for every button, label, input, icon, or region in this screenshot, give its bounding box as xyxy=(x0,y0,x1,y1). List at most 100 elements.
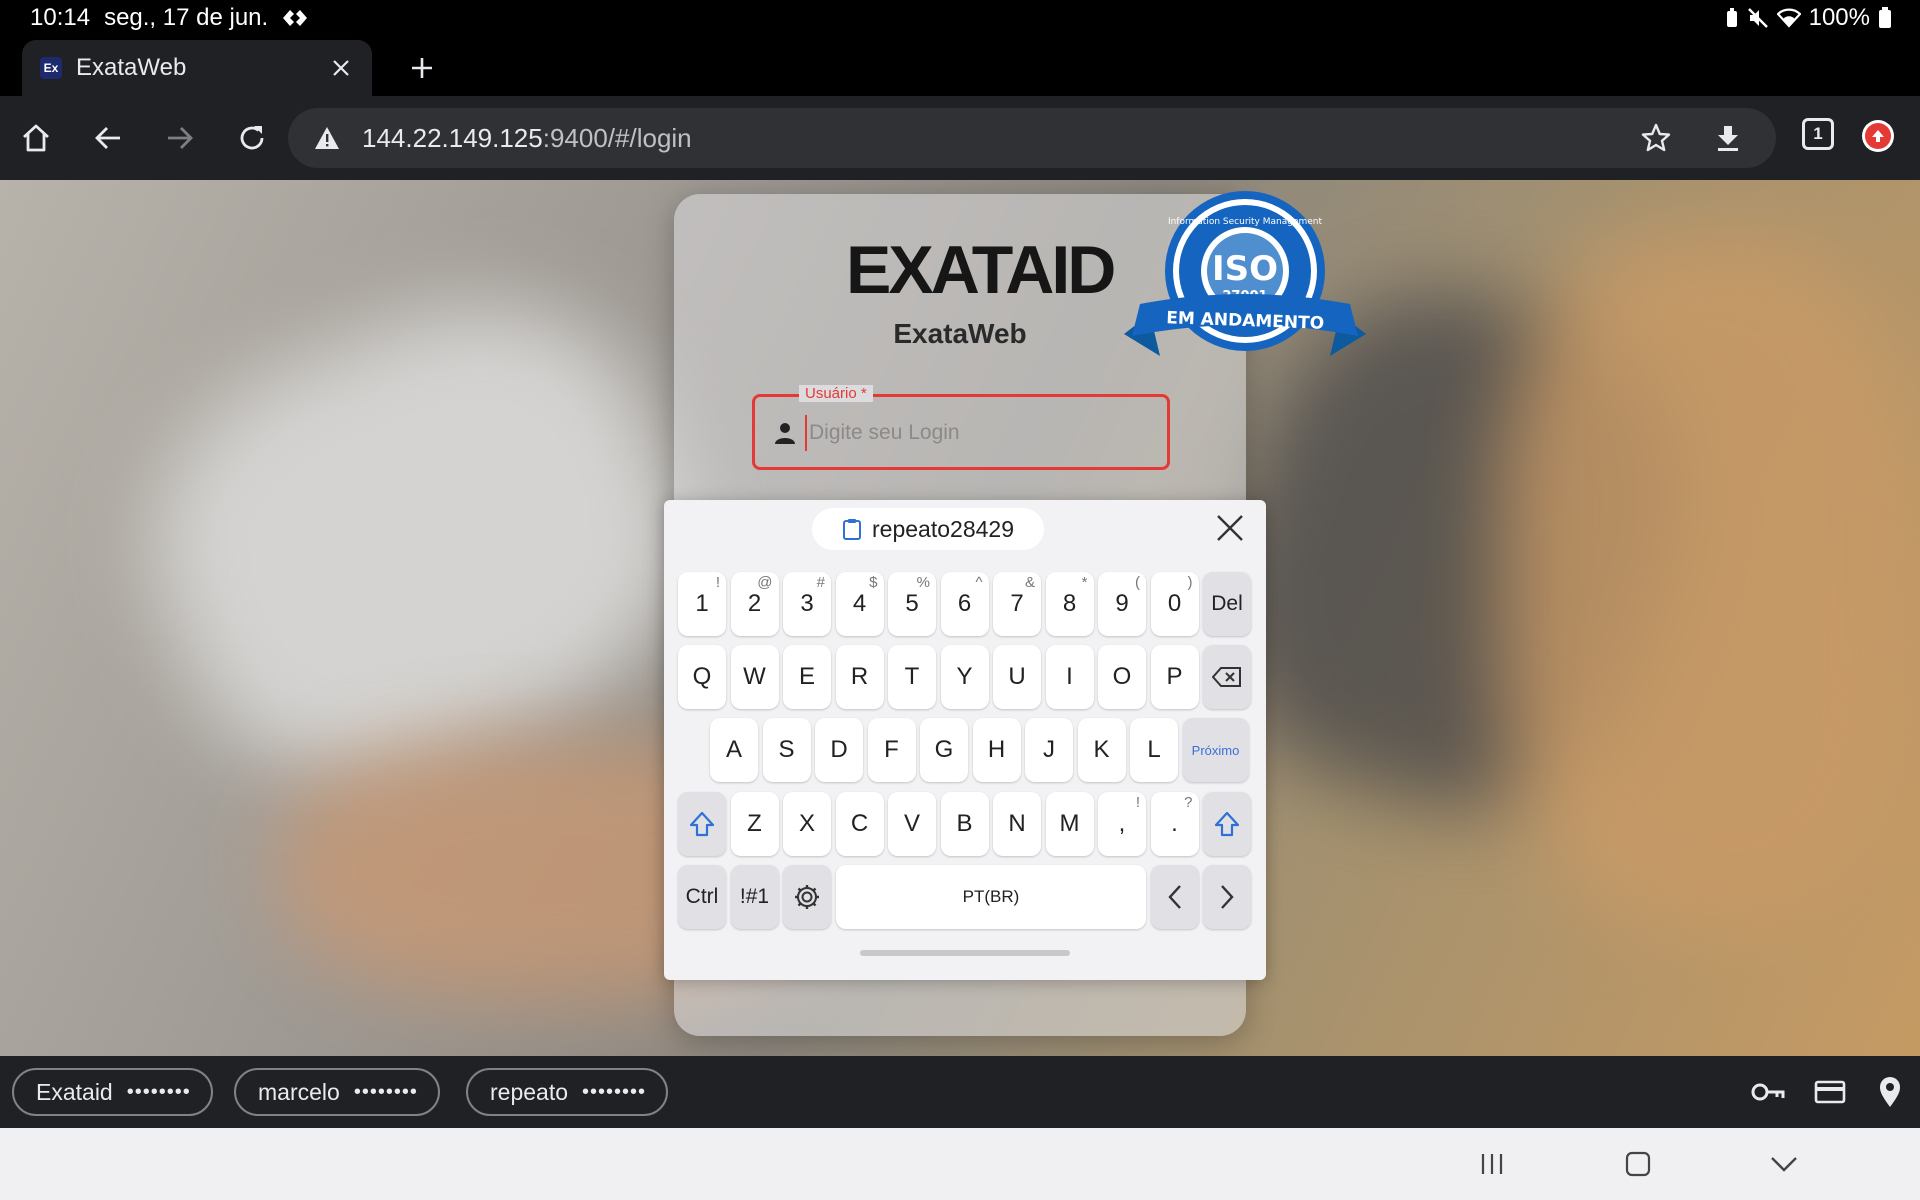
back-button[interactable] xyxy=(88,118,128,158)
key-k[interactable]: K xyxy=(1077,718,1126,782)
key-5[interactable]: 5% xyxy=(888,572,936,636)
key-period-alt: ? xyxy=(1184,794,1193,811)
key-b[interactable]: B xyxy=(940,792,989,856)
payment-methods-button[interactable] xyxy=(1812,1074,1848,1110)
key-i[interactable]: I xyxy=(1045,645,1094,709)
key-comma-label: , xyxy=(1118,810,1126,837)
key-j-label: J xyxy=(1043,736,1055,763)
home-nav-button[interactable] xyxy=(1618,1146,1658,1182)
tab-switcher-button[interactable]: 1 xyxy=(1802,118,1834,150)
cursor-right-key[interactable] xyxy=(1203,865,1251,929)
bookmark-button[interactable] xyxy=(1636,118,1676,158)
settings-key[interactable] xyxy=(783,865,831,929)
key-w[interactable]: W xyxy=(730,645,779,709)
shift-left-key[interactable] xyxy=(678,792,726,856)
backspace-key[interactable] xyxy=(1203,645,1251,709)
key-x[interactable]: X xyxy=(783,792,831,856)
key-1[interactable]: 1! xyxy=(678,572,726,636)
key-m[interactable]: M xyxy=(1045,792,1094,856)
key-7-label: 7 xyxy=(1010,590,1024,617)
key-comma[interactable]: ,! xyxy=(1098,792,1146,856)
autofill-chip[interactable]: Exataid •••••••• xyxy=(12,1068,213,1116)
autofill-user: repeato xyxy=(490,1078,569,1105)
key-s[interactable]: S xyxy=(762,718,811,782)
username-field[interactable]: Usuário * xyxy=(752,385,1170,470)
delete-key-label: Del xyxy=(1211,592,1243,615)
recent-apps-button[interactable] xyxy=(1472,1146,1512,1182)
gear-icon xyxy=(795,885,819,909)
key-c[interactable]: C xyxy=(835,792,884,856)
autofill-mask: •••••••• xyxy=(582,1080,647,1103)
key-j[interactable]: J xyxy=(1025,718,1073,782)
tab-close-button[interactable] xyxy=(328,55,354,81)
key-l[interactable]: L xyxy=(1130,718,1178,782)
key-period[interactable]: .? xyxy=(1150,792,1199,856)
key-q[interactable]: Q xyxy=(678,645,726,709)
key-6[interactable]: 6 ^ xyxy=(940,572,989,636)
key-7[interactable]: 7 & xyxy=(993,572,1041,636)
new-tab-button[interactable] xyxy=(404,50,440,86)
key-y[interactable]: Y xyxy=(940,645,989,709)
star-icon xyxy=(1641,123,1671,152)
hide-keyboard-button[interactable] xyxy=(1764,1146,1804,1182)
status-time: 10:14 xyxy=(30,4,91,31)
url-text[interactable]: 144.22.149.125:9400/#/login xyxy=(362,123,692,154)
autofill-chip[interactable]: repeato •••••••• xyxy=(466,1068,669,1116)
person-icon xyxy=(775,423,795,444)
clipboard-text: repeato28429 xyxy=(872,515,1014,542)
key-q-label: Q xyxy=(692,663,712,690)
download-button[interactable] xyxy=(1708,118,1748,158)
key-g[interactable]: G xyxy=(920,718,968,782)
key-p[interactable]: P xyxy=(1150,645,1199,709)
addresses-button[interactable] xyxy=(1872,1074,1908,1110)
forward-icon xyxy=(168,127,193,149)
tab-exataweb[interactable]: Ex ExataWeb xyxy=(22,40,372,96)
key-t[interactable]: T xyxy=(888,645,936,709)
key-4[interactable]: 4 $ xyxy=(835,572,884,636)
key-v[interactable]: V xyxy=(888,792,936,856)
keyboard-close-button[interactable] xyxy=(1212,510,1248,546)
key-s-label: S xyxy=(778,736,795,763)
tab-favicon: Ex xyxy=(40,57,62,79)
passwords-button[interactable] xyxy=(1750,1074,1786,1110)
key-1-label: 1 xyxy=(695,590,709,617)
cursor-left-key[interactable] xyxy=(1150,865,1199,929)
keyboard-handle[interactable] xyxy=(860,950,1070,956)
key-9[interactable]: 9( xyxy=(1098,572,1146,636)
key-8[interactable]: 8 * xyxy=(1045,572,1094,636)
key-period-label: . xyxy=(1171,810,1178,837)
key-n[interactable]: N xyxy=(993,792,1041,856)
space-key[interactable]: PT(BR) xyxy=(836,865,1146,929)
ctrl-key[interactable]: Ctrl xyxy=(678,865,726,929)
home-button[interactable] xyxy=(16,118,56,158)
key-a[interactable]: A xyxy=(710,718,758,782)
key-k-label: K xyxy=(1093,736,1110,763)
reload-button[interactable] xyxy=(232,118,272,158)
next-key[interactable]: Próximo xyxy=(1182,718,1249,782)
key-o[interactable]: O xyxy=(1098,645,1146,709)
username-label: Usuário * xyxy=(799,385,873,402)
key-5-alt: % xyxy=(916,574,930,591)
symbols-key[interactable]: !#1 xyxy=(730,865,779,929)
key-h[interactable]: H xyxy=(972,718,1021,782)
key-3[interactable]: 3 # xyxy=(783,572,831,636)
key-2[interactable]: 2 @ xyxy=(730,572,779,636)
key-f[interactable]: F xyxy=(867,718,916,782)
not-secure-button[interactable] xyxy=(312,123,342,153)
key-r[interactable]: R xyxy=(835,645,884,709)
autofill-chip[interactable]: marcelo •••••••• xyxy=(234,1068,440,1116)
forward-button[interactable] xyxy=(160,118,200,158)
shift-right-key[interactable] xyxy=(1203,792,1251,856)
key-e[interactable]: E xyxy=(783,645,831,709)
key-0[interactable]: 0) xyxy=(1150,572,1199,636)
address-bar[interactable]: 144.22.149.125:9400/#/login xyxy=(288,108,1776,168)
key-u[interactable]: U xyxy=(993,645,1041,709)
key-d[interactable]: D xyxy=(815,718,863,782)
profile-button[interactable] xyxy=(1862,120,1894,152)
username-input[interactable] xyxy=(805,415,1145,451)
delete-key[interactable]: Del xyxy=(1203,572,1251,636)
close-icon xyxy=(1217,515,1243,541)
autofill-bar: Exataid •••••••• marcelo •••••••• repeat… xyxy=(0,1056,1920,1128)
clipboard-suggestion[interactable]: repeato28429 xyxy=(812,508,1044,550)
key-z[interactable]: Z xyxy=(730,792,779,856)
